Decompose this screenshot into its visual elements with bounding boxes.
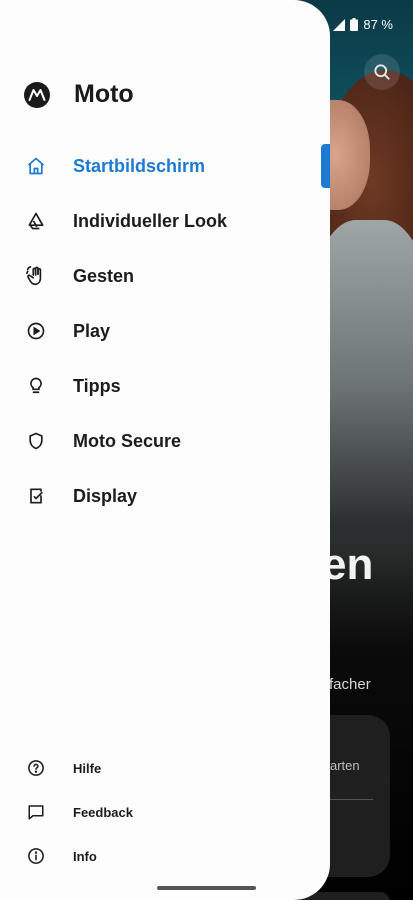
search-button[interactable]	[364, 54, 400, 90]
navigation-drawer: Moto Startbildschirm Individueller Look …	[0, 0, 330, 900]
shield-icon	[24, 429, 48, 453]
battery-percent: 87 %	[363, 17, 393, 32]
lightbulb-icon	[24, 374, 48, 398]
nav-item-tipps[interactable]: Tipps	[24, 366, 314, 406]
help-icon	[24, 756, 48, 780]
status-bar: 87 %	[333, 17, 393, 32]
background-card-text: arten	[330, 758, 360, 773]
nav-item-label: Tipps	[73, 375, 121, 396]
nav-item-individueller-look[interactable]: Individueller Look	[24, 201, 314, 241]
footer-item-info[interactable]: Info	[24, 841, 224, 871]
nav-item-moto-secure[interactable]: Moto Secure	[24, 421, 314, 461]
hand-gesture-icon	[24, 264, 48, 288]
nav-item-label: Play	[73, 320, 111, 341]
drawer-title: Moto	[74, 80, 134, 108]
nav-item-startbildschirm[interactable]: Startbildschirm	[24, 146, 314, 186]
footer-item-hilfe[interactable]: Hilfe	[24, 753, 224, 783]
nav-item-label: Startbildschirm	[73, 155, 206, 176]
battery-icon	[350, 18, 359, 31]
nav-item-gesten[interactable]: Gesten	[24, 256, 314, 296]
nav-item-label: Gesten	[73, 265, 135, 286]
brush-icon	[24, 209, 48, 233]
footer-item-feedback[interactable]: Feedback	[24, 797, 224, 827]
display-icon	[24, 484, 48, 508]
feedback-icon	[24, 800, 48, 824]
home-gesture-bar[interactable]	[157, 886, 256, 890]
signal-icon	[333, 18, 346, 31]
nav-item-play[interactable]: Play	[24, 311, 314, 351]
nav-item-label: Individueller Look	[73, 210, 228, 231]
nav-item-label: Moto Secure	[73, 430, 182, 451]
drawer-header: Moto	[24, 80, 134, 109]
info-icon	[24, 844, 48, 868]
footer-item-label: Feedback	[73, 804, 133, 820]
play-icon	[24, 319, 48, 343]
active-item-indicator	[321, 144, 330, 188]
nav-item-display[interactable]: Display	[24, 476, 314, 516]
footer-item-label: Hilfe	[73, 760, 102, 776]
search-icon	[374, 64, 390, 80]
background-subtext: facher	[329, 676, 371, 693]
nav-item-label: Display	[73, 485, 138, 506]
home-icon	[24, 154, 48, 178]
motorola-logo-icon	[24, 81, 50, 108]
footer-item-label: Info	[73, 848, 97, 864]
